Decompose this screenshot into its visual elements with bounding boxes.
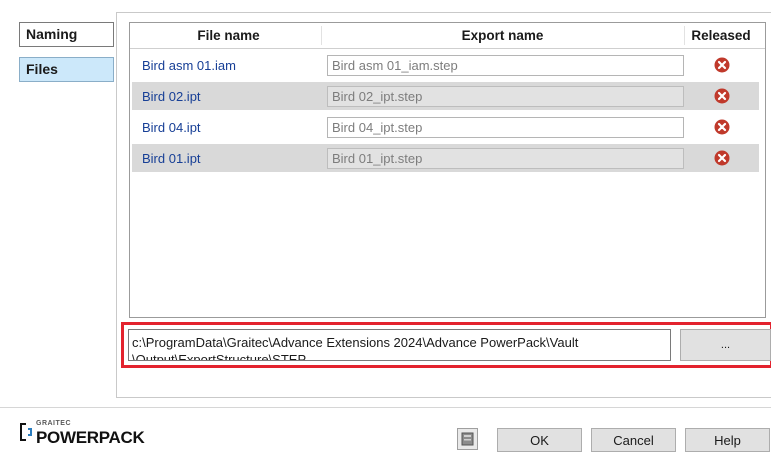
browse-button[interactable]: ... xyxy=(680,329,771,361)
graitec-logo-mark-icon xyxy=(20,423,32,441)
output-path-field[interactable]: c:\ProgramData\Graitec\Advance Extension… xyxy=(128,329,671,361)
output-path-line-2: \Output\ExportStructure\STEP xyxy=(132,352,307,361)
ok-button[interactable]: OK xyxy=(497,428,582,452)
x-circle-icon xyxy=(714,150,730,166)
grid-header: File name Export name Released xyxy=(130,23,765,49)
file-name-cell: Bird 04.ipt xyxy=(142,120,201,135)
logo-text-big: POWERPACK xyxy=(36,428,145,447)
x-circle-icon xyxy=(714,119,730,135)
nav-item-naming[interactable]: Naming xyxy=(19,22,114,47)
x-circle-icon xyxy=(714,88,730,104)
table-row[interactable]: Bird 02.ipt Bird 02_ipt.step xyxy=(132,82,759,110)
export-name-field[interactable]: Bird 01_ipt.step xyxy=(327,148,684,169)
file-name-cell: Bird 02.ipt xyxy=(142,89,201,104)
table-row[interactable]: Bird 01.ipt Bird 01_ipt.step xyxy=(132,144,759,172)
nav-item-files[interactable]: Files xyxy=(19,57,114,82)
help-button[interactable]: Help xyxy=(685,428,770,452)
logo-text-small: GRAITEC xyxy=(36,420,71,427)
export-name-field[interactable]: Bird 04_ipt.step xyxy=(327,117,684,138)
file-name-cell: Bird asm 01.iam xyxy=(142,58,236,73)
footer-divider xyxy=(0,407,771,408)
column-header-export-name[interactable]: Export name xyxy=(321,28,684,43)
export-name-field[interactable]: Bird 02_ipt.step xyxy=(327,86,684,107)
column-header-file-name[interactable]: File name xyxy=(136,28,321,43)
files-grid: File name Export name Released Bird asm … xyxy=(129,22,766,318)
table-row[interactable]: Bird 04.ipt Bird 04_ipt.step xyxy=(132,113,759,141)
table-row[interactable]: Bird asm 01.iam Bird asm 01_iam.step xyxy=(132,51,759,79)
book-icon xyxy=(461,432,474,446)
x-circle-icon xyxy=(714,57,730,73)
output-path-line-1: c:\ProgramData\Graitec\Advance Extension… xyxy=(132,335,579,350)
cancel-button[interactable]: Cancel xyxy=(591,428,676,452)
column-header-released[interactable]: Released xyxy=(685,28,757,43)
documentation-icon-button[interactable] xyxy=(457,428,478,450)
file-name-cell: Bird 01.ipt xyxy=(142,151,201,166)
export-name-field[interactable]: Bird asm 01_iam.step xyxy=(327,55,684,76)
